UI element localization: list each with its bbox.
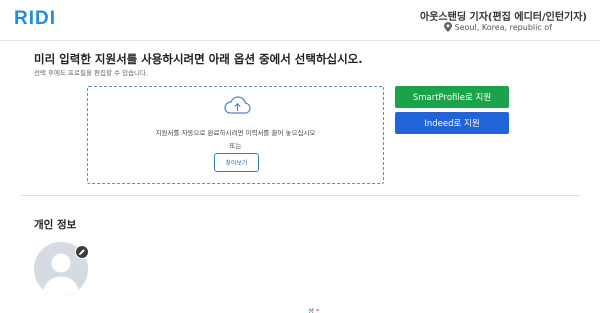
job-location: Seoul, Korea, republic of [443,22,552,32]
dropzone-instruction: 지원서를 자동으로 완료하시려면 이력서를 끌어 놓으십시오 [155,129,316,137]
section-divider [20,195,581,196]
header-divider [0,40,600,41]
last-name-label: 성 * [308,305,319,313]
dropzone-or: 또는 [229,142,242,150]
apply-headline: 미리 입력한 지원서를 사용하시려면 아래 옵션 중에서 선택하십시오. [34,52,363,66]
last-name-text: 성 [308,307,314,313]
map-pin-icon [443,22,452,32]
required-mark: * [315,307,320,313]
cloud-upload-icon [224,96,251,114]
edit-avatar-button[interactable] [75,245,89,259]
logo[interactable]: RIDI [14,8,56,30]
pencil-icon [79,249,85,255]
location-text: Seoul, Korea, republic of [454,22,552,32]
smartprofile-apply-button[interactable]: SmartProfile로 지원 [395,86,509,108]
header: RIDI 아웃스탠딩 기자(편집 에디터/인턴기자) Seoul, Korea,… [0,0,600,40]
apply-subline: 선택 후에도 프로필을 편집할 수 있습니다. [34,69,149,77]
resume-dropzone[interactable]: 지원서를 자동으로 완료하시려면 이력서를 끌어 놓으십시오 또는 찾아보기 [87,86,384,184]
indeed-apply-button[interactable]: Indeed로 지원 [395,112,509,134]
job-title: 아웃스탠딩 기자(편집 에디터/인턴기자) [420,12,587,23]
browse-button[interactable]: 찾아보기 [214,153,259,172]
personal-info-title: 개인 정보 [34,219,77,231]
